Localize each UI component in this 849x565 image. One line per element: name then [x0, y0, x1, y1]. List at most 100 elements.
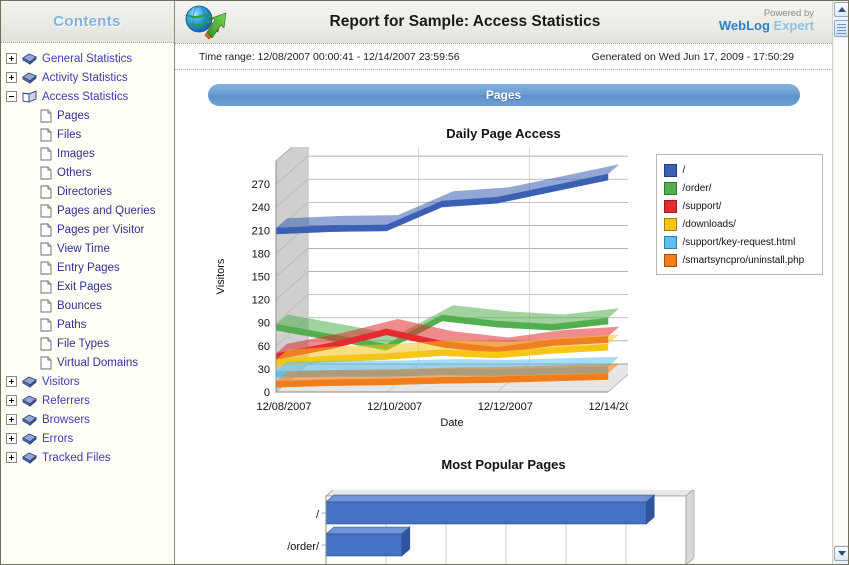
generated-text: Generated on Wed Jun 17, 2009 - 17:50:29: [592, 51, 832, 63]
legend-item: /: [664, 161, 816, 179]
svg-text:12/08/2007: 12/08/2007: [256, 401, 311, 413]
legend-item: /order/: [664, 179, 816, 197]
powered-by-block: Powered by WebLog Expert: [719, 9, 818, 35]
legend-swatch: [664, 164, 677, 177]
closed-book-icon: [22, 413, 37, 426]
sidebar-item-entry-pages[interactable]: Entry Pages: [0, 258, 174, 277]
sidebar-item-general-statistics[interactable]: General Statistics: [0, 49, 174, 68]
svg-text:12/14/2007: 12/14/2007: [588, 401, 628, 413]
legend-label: /downloads/: [683, 219, 736, 230]
svg-text:0: 0: [263, 387, 269, 399]
section-banner-pages: Pages: [208, 84, 800, 106]
sidebar-header: Contents: [0, 0, 174, 43]
closed-book-icon: [22, 432, 37, 445]
sidebar-item-label: Bounces: [57, 300, 102, 312]
sidebar-item-label: Errors: [42, 433, 73, 445]
sidebar-item-bounces[interactable]: Bounces: [0, 296, 174, 315]
sidebar-item-referrers[interactable]: Referrers: [0, 391, 174, 410]
sidebar-item-label: Files: [57, 129, 81, 141]
sidebar-item-errors[interactable]: Errors: [0, 429, 174, 448]
most-popular-pages-chart: //order/: [208, 490, 800, 565]
sidebar-item-file-types[interactable]: File Types: [0, 334, 174, 353]
expand-icon[interactable]: [6, 53, 17, 64]
legend-swatch: [664, 182, 677, 195]
sidebar-item-label: Tracked Files: [42, 452, 111, 464]
expand-icon[interactable]: [6, 376, 17, 387]
chevron-down-icon: [838, 551, 846, 556]
page-icon: [40, 280, 52, 294]
scroll-up-button[interactable]: [834, 2, 849, 17]
sidebar-item-virtual-domains[interactable]: Virtual Domains: [0, 353, 174, 372]
sidebar-item-images[interactable]: Images: [0, 144, 174, 163]
collapse-icon[interactable]: [6, 91, 17, 102]
svg-text:12/10/2007: 12/10/2007: [367, 401, 422, 413]
report-main: Report for Sample: Access Statistics Pow…: [175, 0, 832, 565]
sidebar-item-label: Browsers: [42, 414, 90, 426]
legend-item: /support/: [664, 197, 816, 215]
svg-text:Visitors: Visitors: [215, 258, 227, 294]
sidebar-item-pages-and-queries[interactable]: Pages and Queries: [0, 201, 174, 220]
chevron-up-icon: [838, 7, 846, 12]
legend-swatch: [664, 236, 677, 249]
page-icon: [40, 185, 52, 199]
closed-book-icon: [22, 71, 37, 84]
legend-label: /smartsyncpro/uninstall.php: [683, 255, 805, 266]
report-meta-bar: Time range: 12/08/2007 00:00:41 - 12/14/…: [175, 44, 832, 70]
sidebar-item-label: Virtual Domains: [57, 357, 138, 369]
sidebar-item-access-statistics[interactable]: Access Statistics: [0, 87, 174, 106]
sidebar-item-label: General Statistics: [42, 53, 132, 65]
sidebar-item-label: Paths: [57, 319, 86, 331]
page-icon: [40, 166, 52, 180]
sidebar-item-label: Visitors: [42, 376, 80, 388]
most-popular-pages-title: Most Popular Pages: [193, 457, 814, 472]
line-chart-svg: 030609012015018021024027012/08/200712/10…: [208, 147, 628, 432]
sidebar-item-pages[interactable]: Pages: [0, 106, 174, 125]
page-icon: [40, 337, 52, 351]
expand-icon[interactable]: [6, 72, 17, 83]
svg-text:90: 90: [257, 318, 269, 330]
sidebar-item-activity-statistics[interactable]: Activity Statistics: [0, 68, 174, 87]
chart-legend: / /order/ /support/ /downloads/ /support/key…: [656, 154, 823, 275]
svg-text:240: 240: [251, 202, 269, 214]
legend-swatch: [664, 218, 677, 231]
expand-icon[interactable]: [6, 395, 17, 406]
legend-item: /support/key-request.html: [664, 233, 816, 251]
sidebar-item-label: Access Statistics: [42, 91, 128, 103]
closed-book-icon: [22, 394, 37, 407]
page-icon: [40, 223, 52, 237]
scroll-down-button[interactable]: [834, 546, 849, 561]
sidebar-item-exit-pages[interactable]: Exit Pages: [0, 277, 174, 296]
daily-page-access-title: Daily Page Access: [193, 126, 814, 141]
sidebar-item-paths[interactable]: Paths: [0, 315, 174, 334]
page-icon: [40, 261, 52, 275]
page-icon: [40, 242, 52, 256]
sidebar-item-files[interactable]: Files: [0, 125, 174, 144]
expand-icon[interactable]: [6, 433, 17, 444]
brand-part1: WebLog: [719, 18, 770, 33]
section-banner-label: Pages: [486, 88, 521, 102]
vertical-scrollbar[interactable]: [832, 0, 849, 565]
sidebar-item-directories[interactable]: Directories: [0, 182, 174, 201]
scrollbar-thumb[interactable]: [834, 20, 849, 37]
closed-book-icon: [22, 451, 37, 464]
legend-swatch: [664, 254, 677, 267]
sidebar-item-pages-per-visitor[interactable]: Pages per Visitor: [0, 220, 174, 239]
sidebar-title: Contents: [53, 13, 120, 30]
contents-tree[interactable]: General Statistics Activity Statistics Acc…: [0, 43, 174, 565]
report-header: Report for Sample: Access Statistics Pow…: [175, 0, 832, 44]
sidebar-item-label: Referrers: [42, 395, 90, 407]
legend-label: /order/: [683, 183, 712, 194]
sidebar-item-tracked-files[interactable]: Tracked Files: [0, 448, 174, 467]
legend-label: /support/key-request.html: [683, 237, 796, 248]
expand-icon[interactable]: [6, 452, 17, 463]
scrollbar-track[interactable]: [834, 38, 848, 545]
open-book-icon: [22, 90, 37, 103]
sidebar-item-visitors[interactable]: Visitors: [0, 372, 174, 391]
expand-icon[interactable]: [6, 414, 17, 425]
sidebar-item-label: Directories: [57, 186, 112, 198]
sidebar-item-browsers[interactable]: Browsers: [0, 410, 174, 429]
report-window: Contents General Statistics Activity Stat…: [0, 0, 849, 565]
sidebar-item-view-time[interactable]: View Time: [0, 239, 174, 258]
svg-text:/order/: /order/: [287, 541, 320, 553]
sidebar-item-others[interactable]: Others: [0, 163, 174, 182]
